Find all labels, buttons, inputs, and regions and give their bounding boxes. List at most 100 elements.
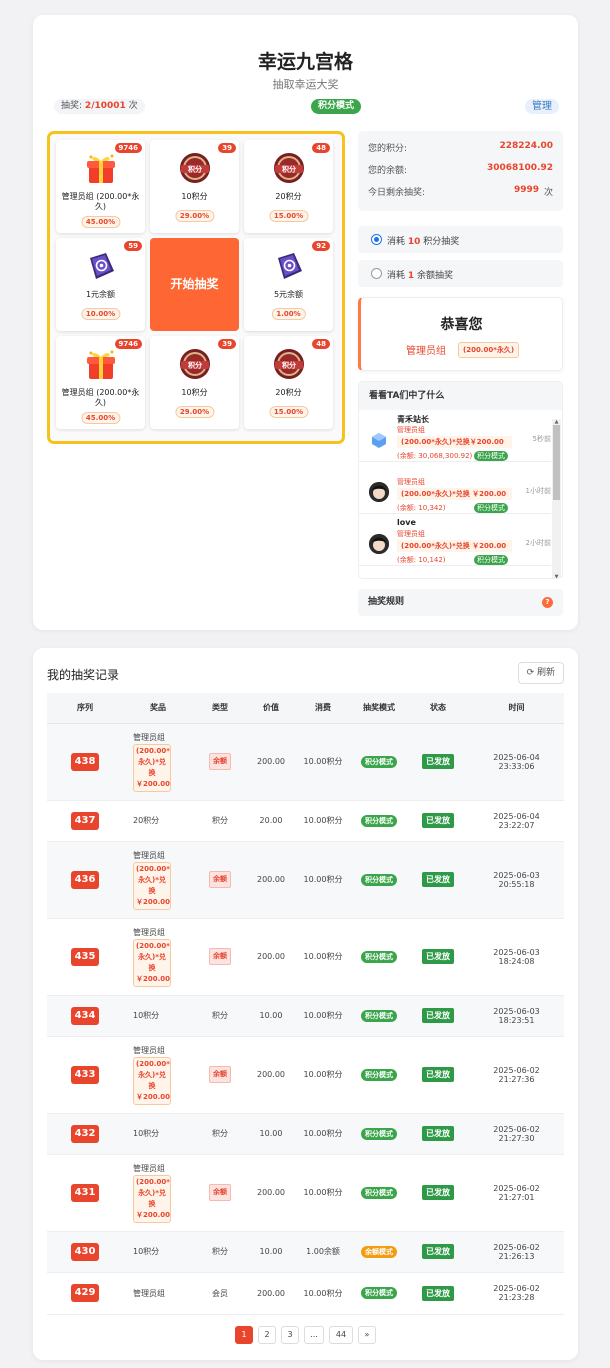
cell-status: 已发放 (407, 723, 469, 801)
cell-prize: 10积分 (123, 1231, 193, 1273)
admin-button[interactable]: 管理 (525, 99, 559, 114)
radio-points[interactable] (371, 234, 382, 245)
scroll-thumb[interactable] (553, 425, 560, 500)
cell-type: 积分 (193, 1113, 247, 1155)
record-time: 21:23:28 (498, 1293, 535, 1302)
cell-status: 已发放 (407, 1154, 469, 1232)
mode-badge: 积分模式 (361, 1009, 397, 1022)
cell-mode: 积分模式 (351, 1272, 407, 1315)
record-id: 434 (71, 1006, 99, 1025)
cell-status: 已发放 (407, 995, 469, 1037)
mode-badge: 余额模式 (361, 1245, 397, 1258)
cell-prize: 10积分 (123, 995, 193, 1037)
stock-badge: 39 (218, 143, 236, 153)
avatar (369, 430, 389, 450)
avatar (369, 534, 389, 554)
rules-toggle[interactable]: 抽奖规则? (358, 589, 563, 616)
page-button[interactable]: 3 (281, 1326, 299, 1344)
stock-badge: 48 (312, 339, 330, 349)
cell-time: 2025-06-02 21:23:28 (469, 1272, 564, 1315)
column-header: 消费 (295, 693, 351, 724)
feed-balance: (余额: 30,068,300.92) (397, 452, 473, 460)
cell-mode: 积分模式 (351, 995, 407, 1037)
prize-tag: (200.00*永久)*兑换￥200.00 (133, 1056, 171, 1105)
records-table: 序列 奖品 类型 价值 消费 抽奖模式 状态 时间 438 管理员组 (200.00*永久)*兑换… (47, 693, 564, 1315)
chances-label: 抽奖: (61, 101, 83, 111)
page-subtitle: 抽取幸运大奖 (272, 78, 339, 91)
record-date: 2025-06-04 (493, 811, 540, 821)
scroll-down-icon[interactable]: ▼ (552, 574, 561, 578)
prize-type: 余额 (209, 948, 231, 965)
cell-time: 2025-06-03 18:23:51 (469, 995, 564, 1037)
prize-type: 积分 (212, 1247, 228, 1256)
mode-badge: 积分模式 (361, 1186, 397, 1199)
page-button[interactable]: 44 (329, 1326, 353, 1344)
mode-badge: 积分模式 (311, 99, 362, 114)
prize-type: 余额 (209, 753, 231, 770)
points-row: 您的积分: 228224.00 (368, 141, 553, 155)
feed-level: 管理员组 (397, 426, 425, 434)
column-header: 奖品 (123, 693, 193, 724)
option-balance-draw[interactable]: 消耗 1 余额抽奖 (358, 260, 563, 287)
prize-name: 10积分 (133, 1129, 160, 1138)
status-badge: 已发放 (422, 1185, 454, 1200)
cell-type: 积分 (193, 1231, 247, 1273)
feed-title: 看看TA们中了什么 (359, 382, 562, 410)
feed-item[interactable]: 青禾站长 管理员组 (200.00*永久)*兑换￥200.00 (余额: 30,068… (359, 410, 551, 462)
cell-prize: 10积分 (123, 1113, 193, 1155)
prize-name: 10积分 (133, 1247, 160, 1256)
feed-time: 1小时前 (525, 487, 551, 495)
remain-label: 今日剩余抽奖: (368, 188, 426, 198)
cell-cost: 10.00积分 (295, 995, 351, 1037)
page-button[interactable]: 1 (235, 1326, 253, 1344)
feed-scrollbar[interactable]: ▲ ▼ (552, 419, 561, 578)
record-id: 430 (71, 1242, 99, 1261)
stock-badge: 59 (124, 241, 142, 251)
feed-level: 管理员组 (397, 530, 425, 538)
cell-cost: 10.00积分 (295, 1154, 351, 1232)
next-page-button[interactable]: » (358, 1326, 376, 1344)
cell-status: 已发放 (407, 1113, 469, 1155)
cell-time: 2025-06-03 20:55:18 (469, 841, 564, 919)
mode-badge: 积分模式 (361, 1287, 397, 1299)
mode-badge: 积分模式 (361, 1068, 397, 1081)
table-row: 432 10积分 积分 10.00 10.00积分 积分模式 已发放 2025-06-02 21… (47, 1113, 564, 1155)
cell-time: 2025-06-03 18:24:08 (469, 918, 564, 996)
option-points-draw[interactable]: 消耗 10 积分抽奖 (358, 226, 563, 253)
cell-cost: 10.00积分 (295, 1272, 351, 1315)
prize-cell: 59 1元余额 10.00% (56, 238, 145, 331)
prize-cell: 48 积分 20积分 15.00% (244, 140, 333, 233)
record-time: 21:27:30 (498, 1133, 535, 1143)
feed-item[interactable]: 管理员组 (200.00*永久)*兑换 ￥200.00 (余额: 10,342) 积分… (359, 462, 551, 514)
points-badge-icon: 积分 (178, 347, 212, 381)
feed-item[interactable]: love 管理员组 (200.00*永久)*兑换 ￥200.00 (余额: 10,14… (359, 514, 551, 566)
cell-mode: 积分模式 (351, 918, 407, 996)
page-button[interactable]: 2 (258, 1326, 276, 1344)
prize-name: 管理员组 (133, 927, 165, 937)
chances-unit: 次 (128, 101, 138, 111)
cell-id: 435 (47, 918, 123, 996)
cell-value: 200.00 (247, 1272, 295, 1315)
record-time: 20:55:18 (498, 879, 535, 889)
record-id: 438 (71, 752, 99, 771)
cell-cost: 10.00积分 (295, 1036, 351, 1114)
account-info: 您的积分: 228224.00 您的余额: 30068100.92 今日剩余抽奖: 9… (358, 131, 563, 211)
cell-type: 余额 (193, 841, 247, 919)
start-draw-button[interactable]: 开始抽奖 (150, 238, 239, 331)
prize-cell: 48 积分 20积分 15.00% (244, 336, 333, 429)
cell-status: 已发放 (407, 1272, 469, 1315)
prize-probability: 15.00% (268, 406, 309, 418)
cell-mode: 积分模式 (351, 1113, 407, 1155)
cell-type: 余额 (193, 723, 247, 801)
record-date: 2025-06-02 (493, 1242, 540, 1252)
refresh-button[interactable]: ⟳ 刷新 (517, 662, 564, 684)
prize-name: 20积分 (133, 816, 160, 825)
prize-tag: (200.00*永久)*兑换￥200.00 (133, 861, 171, 910)
radio-balance[interactable] (371, 268, 382, 279)
stock-badge: 92 (312, 241, 330, 251)
gift-icon (84, 151, 118, 185)
cell-status: 已发放 (407, 841, 469, 919)
cell-status: 已发放 (407, 918, 469, 996)
cell-type: 余额 (193, 1036, 247, 1114)
page-button[interactable]: ... (304, 1326, 324, 1344)
